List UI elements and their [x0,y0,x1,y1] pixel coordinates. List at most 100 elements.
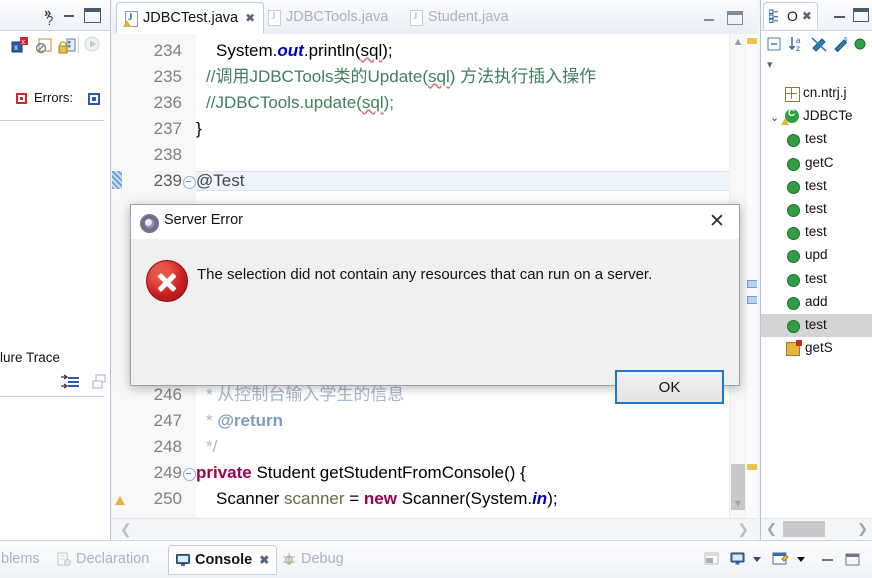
editor-tabbar: J JDBCTest.java ✖ J JDBCTools.java J Stu… [112,0,757,35]
hide-fields-icon[interactable] [809,34,829,54]
code-line[interactable]: System.out.println(sql); [216,42,393,60]
error-circle-icon [146,260,188,302]
editor-horizontal-scrollbar[interactable]: ❮ ❯ [112,518,757,539]
minimize-icon[interactable] [62,10,76,19]
tab-problems[interactable]: blems [0,545,47,573]
tab-debug[interactable]: Debug [275,545,351,573]
outline-item-label: test [805,131,827,147]
close-icon[interactable]: ✖ [259,553,269,567]
maximize-icon[interactable] [842,549,862,569]
outline-item[interactable]: add [761,291,872,314]
warning-marker[interactable] [747,464,757,470]
declaration-icon [57,552,71,566]
outline-item[interactable]: test [761,175,872,198]
tab-declaration[interactable]: Declaration [50,545,156,573]
current-line-marker [112,171,122,189]
line-number: 235 [153,67,182,86]
overview-ruler[interactable] [745,34,757,518]
code-line[interactable]: } [196,120,202,138]
display-dropdown-icon[interactable] [748,549,768,569]
occurrence-marker[interactable] [747,296,757,304]
code-line[interactable]: private Student getStudentFromConsole() … [196,464,526,482]
method-public-icon [787,204,800,217]
collapse-all-icon[interactable] [765,34,785,54]
editor-window-controls [703,9,751,25]
scrollbar-thumb[interactable] [783,521,825,537]
maximize-icon[interactable] [727,11,743,25]
clear-console-icon[interactable] [702,549,722,569]
warning-marker[interactable] [115,493,127,505]
outline-item[interactable]: getS [761,337,872,360]
outline-view-panel: O ✖ a z s ▾ cn.ntrj.j ⌄ C JDBCTe test ge… [760,0,872,540]
fold-toggle-icon[interactable] [183,176,196,189]
expand-twisty-icon[interactable]: ⌄ [770,111,779,124]
outline-horizontal-scrollbar[interactable]: ❮ ❯ [761,518,872,539]
code-line[interactable]: * 从控制台输入学生的信息 [206,386,404,404]
annotation-gutter[interactable] [112,34,131,518]
filter-stack-icon[interactable] [60,372,82,392]
method-public-icon [787,320,800,333]
lock-scroll-icon[interactable] [57,35,77,55]
display-console-icon[interactable] [728,549,748,569]
scroll-right-icon[interactable]: ❯ [857,521,868,537]
editor-tab-student[interactable]: J Student.java [402,2,517,32]
minimize-icon[interactable] [833,10,846,19]
dialog-titlebar[interactable]: Server Error ✕ [131,205,739,239]
code-line[interactable]: @Test [196,172,244,190]
scroll-left-icon[interactable]: ❮ [766,521,777,537]
outline-item-label: test [805,224,827,240]
close-icon[interactable]: ✖ [802,9,812,23]
copy-trace-icon[interactable] [88,372,110,392]
line-number: 247 [153,411,182,430]
outline-item[interactable]: test [761,198,872,221]
outline-item[interactable]: test [761,128,872,151]
junit-tabbar: » ? [0,0,110,31]
minimize-icon[interactable] [703,14,715,22]
close-icon[interactable]: ✖ [245,11,255,25]
warning-marker[interactable] [747,38,757,44]
occurrence-marker[interactable] [747,280,757,288]
rerun-icon[interactable] [83,35,103,55]
fold-toggle-icon[interactable] [183,468,196,481]
current-line-highlight [196,171,729,191]
scroll-left-icon[interactable]: ❮ [120,521,132,538]
java-file-icon: J [123,10,138,27]
outline-item[interactable]: getC [761,152,872,175]
editor-tab-jdbctest[interactable]: J JDBCTest.java ✖ [116,2,265,34]
scroll-up-icon[interactable]: ▲ [730,36,746,54]
close-icon[interactable]: ✕ [703,210,731,234]
maximize-icon[interactable] [84,8,101,23]
disabled-stop-icon[interactable] [34,35,54,55]
scroll-right-icon[interactable]: ❯ [737,521,749,538]
open-dropdown-icon[interactable] [792,549,812,569]
outline-item[interactable]: test [761,221,872,244]
hide-nonpublic-icon[interactable] [853,34,872,54]
code-line[interactable]: * @return [206,412,283,430]
outline-toolbar: a z s [761,32,872,56]
outline-item[interactable]: ⌄ JDBCTe [761,105,872,128]
code-line[interactable]: */ [206,438,217,456]
minimize-icon[interactable] [818,549,838,569]
outline-item[interactable]: cn.ntrj.j [761,82,872,105]
outline-item[interactable]: upd [761,244,872,267]
hide-static-icon[interactable]: s [831,34,851,54]
outline-item[interactable]: test [761,314,872,337]
tab-console[interactable]: Console ✖ [168,545,278,575]
code-line[interactable]: //调用JDBCTools类的Update(sql) 方法执行插入操作 [206,68,596,86]
maximize-icon[interactable] [853,8,869,22]
code-line[interactable]: //JDBCTools.update(sql); [206,94,394,112]
scroll-down-icon[interactable]: ▼ [730,498,746,516]
fail-trace-icon[interactable]: x x [10,35,30,55]
tab-outline[interactable]: O ✖ [763,2,818,30]
bottom-view-tabbar: blems Declaration Console ✖ Debug [0,540,872,578]
code-line[interactable]: Scanner scanner = new Scanner(System.in)… [216,490,558,508]
sort-alphabetically-icon[interactable]: a z [787,34,807,54]
line-number: 238 [153,145,182,164]
console-toolbar [702,549,864,571]
junit-view-panel: » ? x x Errors: lure Trace [0,0,111,540]
editor-tab-jdbctools[interactable]: J JDBCTools.java [260,2,396,32]
ok-button[interactable]: OK [615,370,724,404]
outline-item[interactable]: test [761,268,872,291]
view-menu-icon[interactable]: ▾ [767,58,781,71]
open-console-icon[interactable] [770,549,790,569]
